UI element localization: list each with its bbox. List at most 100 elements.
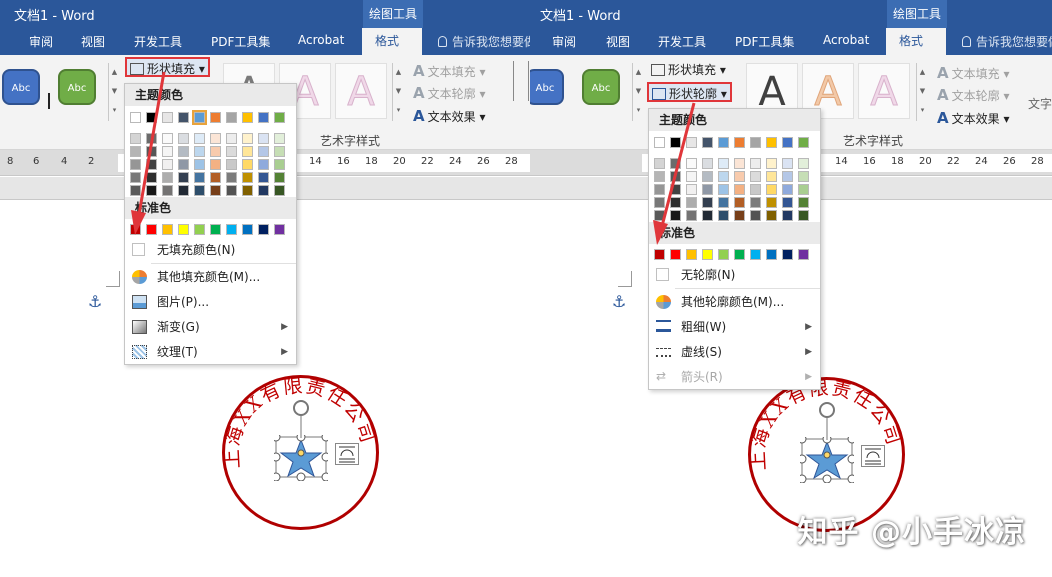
theme-color-swatch[interactable] (130, 172, 141, 183)
anchor-icon[interactable]: ⚓ (612, 292, 626, 311)
standard-color-swatch[interactable] (162, 224, 173, 235)
theme-color-swatch[interactable] (210, 112, 221, 123)
theme-color-swatch[interactable] (686, 171, 697, 182)
theme-color-swatch[interactable] (750, 197, 761, 208)
theme-color-swatch[interactable] (702, 210, 713, 221)
standard-color-swatch[interactable] (702, 249, 713, 260)
theme-color-swatch[interactable] (242, 133, 253, 144)
theme-color-swatch[interactable] (734, 184, 745, 195)
theme-color-swatch[interactable] (210, 146, 221, 157)
theme-color-swatch[interactable] (162, 146, 173, 157)
theme-color-swatch[interactable] (210, 133, 221, 144)
wordart-style-3[interactable]: A (858, 63, 910, 119)
theme-color-swatch[interactable] (782, 171, 793, 182)
more-outline-colors-item[interactable]: 其他轮廓颜色(M)... (649, 290, 820, 314)
theme-color-swatch[interactable] (766, 137, 777, 148)
theme-color-swatch[interactable] (258, 112, 269, 123)
theme-color-swatch[interactable] (146, 112, 157, 123)
layout-options-icon[interactable] (861, 445, 885, 467)
theme-color-swatch[interactable] (670, 171, 681, 182)
standard-color-swatch[interactable] (750, 249, 761, 260)
theme-color-swatch[interactable] (258, 172, 269, 183)
standard-color-swatch[interactable] (146, 224, 157, 235)
theme-color-swatch[interactable] (686, 197, 697, 208)
text-fill-button[interactable]: A 文本填充 ▾ (937, 64, 1009, 82)
shape-outline-button[interactable]: 形状轮廓 ▾ (647, 82, 732, 102)
theme-color-swatch[interactable] (718, 184, 729, 195)
theme-color-swatch[interactable] (782, 137, 793, 148)
gallery-scroll[interactable]: ▲ ▼ ▾ (108, 63, 120, 121)
theme-color-swatch[interactable] (766, 197, 777, 208)
text-direction-icon[interactable] (513, 61, 529, 101)
theme-color-swatch[interactable] (242, 185, 253, 196)
theme-color-swatch[interactable] (274, 159, 285, 170)
standard-color-swatch[interactable] (782, 249, 793, 260)
theme-color-swatch[interactable] (766, 158, 777, 169)
gallery-scroll[interactable]: ▲ ▼ ▾ (632, 63, 644, 121)
theme-color-swatch[interactable] (718, 158, 729, 169)
shape-style-blue[interactable]: Abc (2, 69, 40, 105)
theme-color-swatch[interactable] (210, 159, 221, 170)
theme-color-swatch[interactable] (654, 137, 665, 148)
rotate-handle-icon[interactable] (291, 398, 311, 438)
theme-color-swatch[interactable] (798, 171, 809, 182)
theme-color-swatch[interactable] (782, 210, 793, 221)
theme-color-swatch[interactable] (130, 185, 141, 196)
tab-view[interactable]: 视图 (81, 33, 105, 50)
standard-color-swatch[interactable] (242, 224, 253, 235)
more-fill-colors-item[interactable]: 其他填充颜色(M)... (125, 265, 296, 289)
theme-color-swatch[interactable] (130, 159, 141, 170)
theme-color-swatch[interactable] (226, 172, 237, 183)
theme-color-swatch[interactable] (146, 133, 157, 144)
wordart-gallery-scroll[interactable]: ▲ ▼ ▾ (916, 63, 928, 121)
theme-color-swatch[interactable] (734, 197, 745, 208)
theme-color-swatch[interactable] (782, 158, 793, 169)
no-outline-item[interactable]: 无轮廓(N) (649, 263, 820, 287)
tab-developer[interactable]: 开发工具 (134, 33, 182, 50)
wordart-gallery-scroll[interactable]: ▲ ▼ ▾ (392, 63, 404, 121)
theme-color-swatch[interactable] (702, 184, 713, 195)
theme-color-swatch[interactable] (178, 112, 189, 123)
standard-color-swatch[interactable] (194, 224, 205, 235)
theme-color-swatch[interactable] (194, 133, 205, 144)
text-fill-button[interactable]: A 文本填充 ▾ (413, 62, 485, 80)
theme-color-swatch[interactable] (130, 112, 141, 123)
wordart-style-3[interactable]: A (335, 63, 387, 119)
theme-color-swatch[interactable] (130, 146, 141, 157)
text-outline-button[interactable]: A 文本轮廓 ▾ (413, 84, 485, 102)
theme-color-swatch[interactable] (242, 159, 253, 170)
standard-color-swatch[interactable] (130, 224, 141, 235)
theme-color-swatch[interactable] (718, 171, 729, 182)
theme-color-swatch[interactable] (670, 184, 681, 195)
standard-color-swatch[interactable] (226, 224, 237, 235)
theme-color-swatch[interactable] (210, 185, 221, 196)
gradient-item[interactable]: 渐变(G) ▶ (125, 315, 296, 339)
theme-color-swatch[interactable] (670, 210, 681, 221)
theme-color-swatch[interactable] (146, 146, 157, 157)
theme-color-swatch[interactable] (750, 184, 761, 195)
standard-color-swatch[interactable] (798, 249, 809, 260)
theme-color-swatch[interactable] (258, 146, 269, 157)
theme-color-swatch[interactable] (162, 185, 173, 196)
theme-color-swatch[interactable] (178, 159, 189, 170)
theme-color-swatch[interactable] (686, 137, 697, 148)
theme-color-swatch[interactable] (718, 210, 729, 221)
theme-color-swatch[interactable] (258, 133, 269, 144)
theme-color-swatch[interactable] (702, 171, 713, 182)
theme-color-swatch[interactable] (766, 210, 777, 221)
selected-star-shape[interactable] (800, 437, 854, 483)
theme-color-swatch[interactable] (274, 112, 285, 123)
theme-color-swatch[interactable] (654, 197, 665, 208)
tab-pdf-tools[interactable]: PDF工具集 (735, 33, 794, 50)
theme-color-swatch[interactable] (242, 146, 253, 157)
theme-color-swatch[interactable] (734, 137, 745, 148)
tell-me-search[interactable]: 告诉我您想要做 (962, 33, 1052, 50)
selected-star-shape[interactable] (274, 435, 328, 481)
theme-color-swatch[interactable] (226, 133, 237, 144)
theme-color-swatch[interactable] (130, 133, 141, 144)
tab-pdf-tools[interactable]: PDF工具集 (211, 33, 270, 50)
text-direction-label[interactable]: 文字 (1028, 95, 1052, 112)
theme-color-swatch[interactable] (654, 158, 665, 169)
theme-color-swatch[interactable] (750, 171, 761, 182)
theme-color-swatch[interactable] (178, 172, 189, 183)
